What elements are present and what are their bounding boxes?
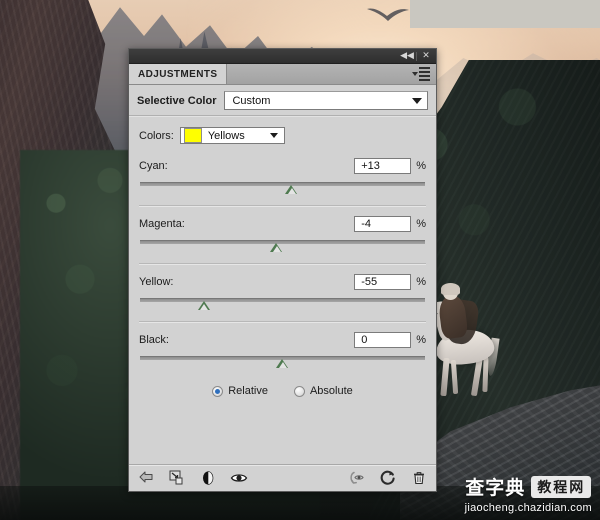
- watermark-main-text: 查字典: [465, 477, 526, 499]
- slider-divider: [139, 263, 426, 265]
- clip-to-layer-icon[interactable]: [168, 469, 186, 487]
- watermark-badge-text: 教程网: [531, 475, 592, 498]
- black-slider-thumb[interactable]: [276, 359, 289, 368]
- screenshot-root: 查字典 教程网 jiaocheng.chazidian.com ◀◀ ✕ ADJ…: [0, 0, 600, 520]
- cyan-label: Cyan:: [139, 160, 168, 172]
- radio-absolute-indicator[interactable]: [293, 385, 305, 397]
- slider-header: Cyan: +13 %: [139, 158, 426, 174]
- cyan-slider-track[interactable]: [140, 182, 425, 186]
- radio-relative[interactable]: Relative: [212, 385, 268, 397]
- slider-header: Yellow: -55 %: [139, 274, 426, 290]
- yellow-input[interactable]: -55: [354, 274, 412, 290]
- slider-group-black: Black: 0 %: [139, 332, 426, 369]
- black-value-wrap: 0 %: [354, 332, 426, 348]
- view-previous-state-icon[interactable]: [348, 469, 366, 487]
- reset-adjustment-icon[interactable]: [379, 469, 397, 487]
- yellow-slider-track-wrap[interactable]: [140, 297, 425, 311]
- percent-symbol: %: [416, 218, 426, 230]
- magenta-input[interactable]: -4: [354, 216, 412, 232]
- tab-adjustments[interactable]: ADJUSTMENTS: [129, 64, 228, 84]
- toggle-mask-icon[interactable]: [199, 469, 217, 487]
- radio-absolute[interactable]: Absolute: [293, 385, 353, 397]
- black-slider-track-wrap[interactable]: [140, 355, 425, 369]
- radio-relative-indicator[interactable]: [212, 385, 224, 397]
- yellow-slider-thumb[interactable]: [197, 301, 211, 310]
- panel-menu-icon[interactable]: [412, 67, 430, 81]
- radio-absolute-label: Absolute: [309, 385, 353, 397]
- magenta-slider-track-wrap[interactable]: [140, 239, 425, 253]
- delete-adjustment-trash-icon[interactable]: [410, 469, 428, 487]
- magenta-value-wrap: -4 %: [354, 216, 426, 232]
- collapse-panel-icon[interactable]: ◀◀: [400, 50, 414, 62]
- adjustments-panel: ◀◀ ✕ ADJUSTMENTS Selective Color Custom: [128, 48, 437, 492]
- panel-tab-strip: ADJUSTMENTS: [129, 64, 436, 85]
- slider-header: Black: 0 %: [139, 332, 426, 348]
- yellow-label: Yellow:: [139, 276, 174, 288]
- watermark-url: jiaocheng.chazidian.com: [464, 502, 592, 514]
- cyan-input[interactable]: +13: [354, 158, 412, 174]
- yellow-slider-track[interactable]: [140, 298, 425, 302]
- percent-symbol: %: [416, 334, 426, 346]
- slider-group-magenta: Magenta: -4 %: [139, 216, 426, 253]
- slider-group-yellow: Yellow: -55 %: [139, 274, 426, 311]
- black-label: Black:: [139, 334, 169, 346]
- percent-symbol: %: [416, 160, 426, 172]
- watermark: 查字典 教程网 jiaocheng.chazidian.com: [465, 473, 592, 514]
- toggle-visibility-eye-icon[interactable]: [230, 469, 248, 487]
- hamburger-icon: [419, 67, 430, 81]
- cyan-value-wrap: +13 %: [354, 158, 426, 174]
- flying-bird-icon: [367, 8, 409, 21]
- panel-footer-toolbar: [129, 464, 436, 491]
- adjustment-header-row: Selective Color Custom: [129, 85, 436, 115]
- magenta-slider-thumb[interactable]: [270, 243, 283, 252]
- preset-dropdown[interactable]: Custom: [224, 91, 428, 110]
- colors-dropdown-value: Yellows: [207, 129, 245, 142]
- panel-titlebar: ◀◀ ✕: [129, 49, 436, 64]
- colors-label: Colors:: [139, 129, 174, 142]
- method-radio-group: Relative Absolute: [139, 385, 426, 397]
- adjustments-panel-body: Colors: Yellows Cyan: +13 % Magenta: -4 …: [129, 117, 436, 464]
- close-panel-icon[interactable]: ✕: [419, 50, 433, 62]
- tab-strip-empty-area: [227, 64, 436, 84]
- magenta-label: Magenta:: [139, 218, 185, 230]
- black-input[interactable]: 0: [354, 332, 412, 348]
- colors-dropdown[interactable]: Yellows: [179, 127, 285, 144]
- slider-group-cyan: Cyan: +13 %: [139, 158, 426, 195]
- titlebar-separator: [416, 51, 417, 61]
- preset-dropdown-value: Custom: [232, 94, 271, 107]
- return-to-adjustment-list-icon[interactable]: [137, 469, 155, 487]
- color-swatch: [183, 128, 202, 143]
- watermark-row: 查字典 教程网: [465, 473, 592, 500]
- adjustment-name-label: Selective Color: [137, 94, 217, 107]
- slider-divider: [139, 321, 426, 323]
- rider-hood: [441, 283, 460, 295]
- slider-header: Magenta: -4 %: [139, 216, 426, 232]
- chevron-down-icon: [412, 72, 418, 76]
- cyan-slider-thumb[interactable]: [285, 185, 298, 194]
- top-right-panel-edge: [410, 0, 600, 28]
- colors-row: Colors: Yellows: [139, 127, 426, 144]
- yellow-value-wrap: -55 %: [354, 274, 426, 290]
- radio-relative-label: Relative: [228, 385, 268, 397]
- cyan-slider-track-wrap[interactable]: [140, 181, 425, 195]
- slider-divider: [139, 205, 426, 207]
- percent-symbol: %: [416, 276, 426, 288]
- chevron-down-icon: [412, 97, 422, 104]
- chevron-down-icon: [269, 133, 278, 138]
